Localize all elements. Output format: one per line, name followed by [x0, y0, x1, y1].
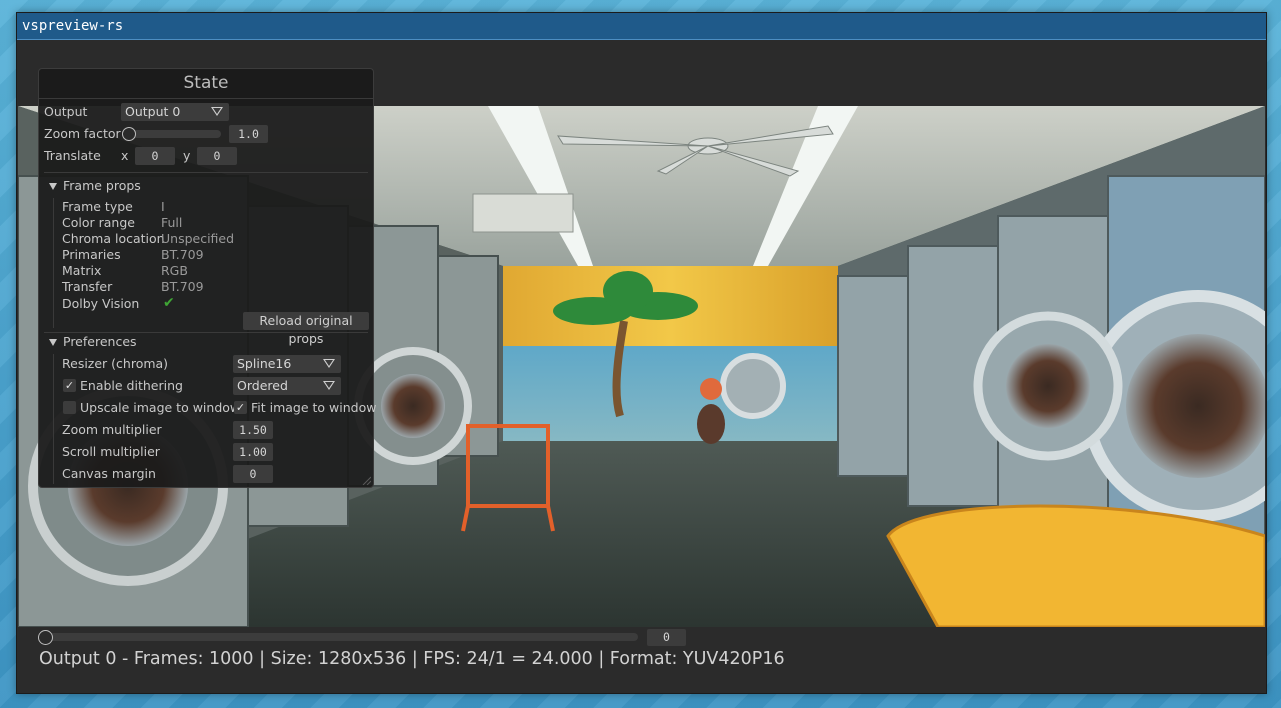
- dithering-checkbox[interactable]: ✓: [63, 379, 76, 392]
- translate-label: Translate: [44, 148, 101, 163]
- frame-props-header-label: Frame props: [63, 178, 141, 193]
- resizer-dropdown-value: Spline16: [237, 356, 292, 371]
- chevron-down-icon: [323, 359, 335, 368]
- check-icon: ✔: [163, 295, 175, 311]
- zoom-multiplier-input[interactable]: 1.50: [233, 421, 273, 439]
- divider: [44, 332, 368, 333]
- translate-y-label: y: [183, 148, 191, 163]
- prop-value: I: [161, 199, 165, 214]
- scroll-multiplier-label: Scroll multiplier: [62, 444, 160, 459]
- zoom-factor-input[interactable]: 1.0: [229, 125, 268, 143]
- window-title: vspreview-rs: [17, 13, 1266, 40]
- status-bar: Output 0 - Frames: 1000 | Size: 1280x536…: [39, 649, 785, 669]
- upscale-label: Upscale image to window: [80, 400, 241, 415]
- translate-y-input[interactable]: 0: [197, 147, 237, 165]
- prop-value: BT.709: [161, 279, 204, 294]
- app-window: vspreview-rs State Output Output 0 Zoom …: [16, 12, 1267, 694]
- dithering-label: Enable dithering: [80, 378, 183, 393]
- upscale-checkbox[interactable]: [63, 401, 76, 414]
- resizer-label: Resizer (chroma): [62, 356, 169, 371]
- reload-props-button[interactable]: Reload original props: [243, 312, 369, 346]
- frame-seek-handle[interactable]: [38, 630, 53, 645]
- scroll-multiplier-input[interactable]: 1.00: [233, 443, 273, 461]
- divider: [44, 172, 368, 173]
- fit-label: Fit image to window: [251, 400, 377, 415]
- preferences-header[interactable]: Preferences: [49, 334, 137, 349]
- prop-key: Matrix: [62, 263, 102, 278]
- zoom-multiplier-label: Zoom multiplier: [62, 422, 162, 437]
- panel-title: State: [39, 69, 373, 99]
- tree-guide: [53, 354, 54, 484]
- prop-value: BT.709: [161, 247, 204, 262]
- prop-key: Color range: [62, 215, 135, 230]
- collapse-triangle-icon: [49, 339, 57, 346]
- zoom-factor-slider[interactable]: [123, 130, 221, 138]
- translate-x-label: x: [121, 148, 129, 163]
- fit-checkbox[interactable]: ✓: [234, 401, 247, 414]
- output-dropdown-value: Output 0: [125, 104, 181, 119]
- prop-key: Transfer: [62, 279, 113, 294]
- frame-seek-slider[interactable]: [40, 633, 638, 641]
- prop-key: Frame type: [62, 199, 133, 214]
- prop-key: Dolby Vision: [62, 296, 140, 311]
- zoom-factor-label: Zoom factor: [44, 126, 121, 141]
- dithering-dropdown-value: Ordered: [237, 378, 288, 393]
- frame-props-header[interactable]: Frame props: [49, 178, 141, 193]
- resizer-dropdown[interactable]: Spline16: [233, 355, 341, 373]
- canvas-margin-label: Canvas margin: [62, 466, 156, 481]
- translate-x-input[interactable]: 0: [135, 147, 175, 165]
- zoom-factor-slider-handle[interactable]: [122, 127, 136, 141]
- prop-value: RGB: [161, 263, 188, 278]
- tree-guide: [53, 198, 54, 328]
- output-label: Output: [44, 104, 88, 119]
- canvas-margin-input[interactable]: 0: [233, 465, 273, 483]
- prop-value: Full: [161, 215, 183, 230]
- state-panel[interactable]: State Output Output 0 Zoom factor 1.0 Tr…: [38, 68, 377, 488]
- prop-key: Primaries: [62, 247, 121, 262]
- prop-key: Chroma location: [62, 231, 165, 246]
- resize-grip-icon[interactable]: [361, 475, 371, 485]
- chevron-down-icon: [323, 381, 335, 390]
- frame-number-input[interactable]: 0: [647, 629, 686, 646]
- preferences-header-label: Preferences: [63, 334, 137, 349]
- collapse-triangle-icon: [49, 183, 57, 190]
- dithering-dropdown[interactable]: Ordered: [233, 377, 341, 395]
- prop-value: Unspecified: [161, 231, 235, 246]
- chevron-down-icon: [211, 107, 223, 116]
- output-dropdown[interactable]: Output 0: [121, 103, 229, 121]
